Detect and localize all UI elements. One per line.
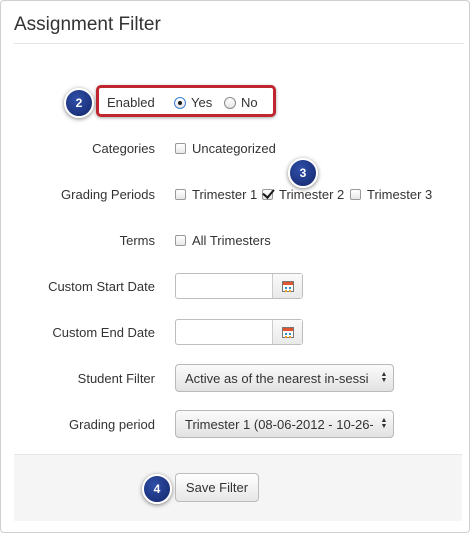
- enabled-no-option[interactable]: No: [224, 95, 258, 110]
- checkbox-trimester-1[interactable]: [175, 189, 186, 200]
- grading-period-label: Grading period: [69, 417, 155, 432]
- student-filter-label: Student Filter: [77, 371, 155, 386]
- category-option-label: Uncategorized: [192, 141, 276, 156]
- enabled-yes-option[interactable]: Yes: [174, 95, 212, 110]
- start-date-calendar-button[interactable]: [272, 274, 302, 298]
- grading-period-value: Trimester 1 (08-06-2012 - 10-26-: [185, 417, 373, 432]
- checkbox-trimester-3[interactable]: [350, 189, 361, 200]
- grading-period-option-3[interactable]: Trimester 3: [350, 187, 432, 202]
- grading-periods-label: Grading Periods: [61, 187, 155, 202]
- checkbox-all-trimesters[interactable]: [175, 235, 186, 246]
- terms-label: Terms: [119, 233, 155, 248]
- grading-period-select[interactable]: Trimester 1 (08-06-2012 - 10-26- ▲ ▼: [175, 410, 394, 438]
- custom-start-date-input[interactable]: [175, 273, 303, 299]
- grading-period-option-2[interactable]: Trimester 2: [262, 187, 344, 202]
- select-arrows-icon: ▲ ▼: [380, 371, 388, 384]
- calendar-icon: [281, 326, 294, 338]
- grading-period-option-label: Trimester 2: [279, 187, 345, 202]
- custom-end-date-label: Custom End Date: [52, 325, 155, 340]
- select-arrows-icon: ▲ ▼: [380, 417, 388, 430]
- term-option-all[interactable]: All Trimesters: [175, 233, 271, 248]
- calendar-icon: [281, 280, 294, 292]
- end-date-calendar-button[interactable]: [272, 320, 302, 344]
- grading-period-option-label: Trimester 3: [367, 187, 433, 202]
- enabled-yes-label: Yes: [191, 95, 213, 110]
- radio-yes[interactable]: [174, 97, 186, 109]
- categories-label: Categories: [92, 141, 155, 156]
- callout-badge-3: 3: [288, 158, 318, 188]
- term-option-label: All Trimesters: [192, 233, 271, 248]
- checkbox-trimester-2[interactable]: [262, 189, 273, 200]
- custom-start-date-label: Custom Start Date: [48, 279, 155, 294]
- student-filter-select[interactable]: Active as of the nearest in-sessi ▲ ▼: [175, 364, 394, 392]
- callout-badge-2: 2: [64, 88, 94, 118]
- checkbox-uncategorized[interactable]: [175, 143, 186, 154]
- title-divider: [14, 43, 464, 44]
- save-filter-button[interactable]: Save Filter: [175, 473, 259, 502]
- category-option-uncategorized[interactable]: Uncategorized: [175, 141, 276, 156]
- radio-no[interactable]: [224, 97, 236, 109]
- panel-title: Assignment Filter: [14, 14, 161, 35]
- grading-period-option-1[interactable]: Trimester 1: [175, 187, 257, 202]
- callout-badge-4: 4: [142, 474, 172, 504]
- enabled-label: Enabled: [107, 95, 155, 110]
- custom-end-date-input[interactable]: [175, 319, 303, 345]
- student-filter-value: Active as of the nearest in-sessi: [185, 371, 369, 386]
- enabled-no-label: No: [241, 95, 258, 110]
- grading-period-option-label: Trimester 1: [192, 187, 258, 202]
